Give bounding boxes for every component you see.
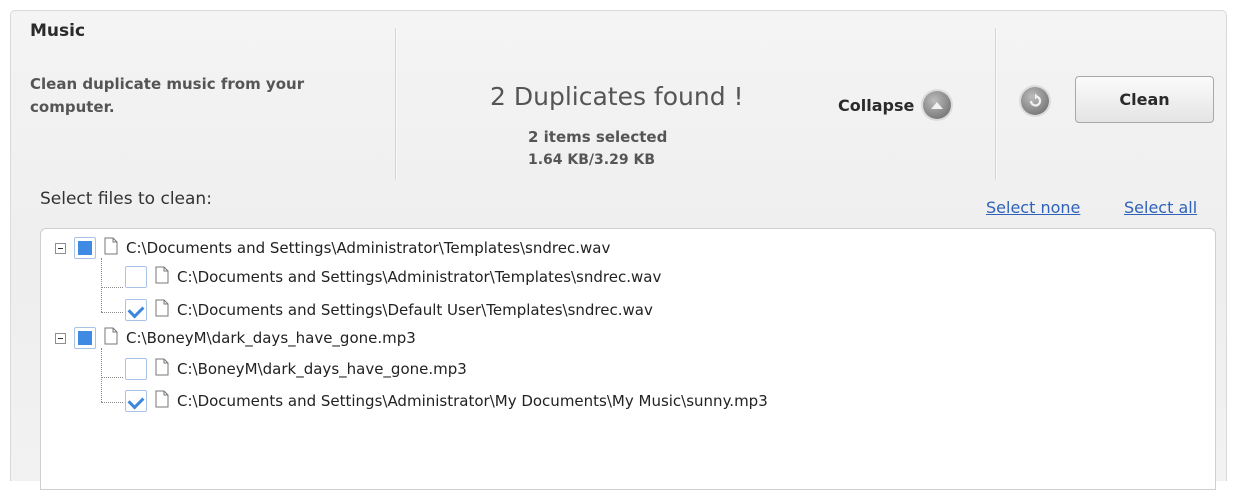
tree-line bbox=[101, 287, 123, 288]
tree-group-row[interactable]: C:\Documents and Settings\Administrator\… bbox=[55, 236, 610, 260]
select-none-link[interactable]: Select none bbox=[986, 198, 1080, 217]
items-selected: 2 items selected bbox=[528, 128, 668, 146]
group-path: C:\Documents and Settings\Administrator\… bbox=[126, 239, 611, 257]
undo-button[interactable] bbox=[1021, 87, 1049, 115]
selected-size: 1.64 KB/3.29 KB bbox=[528, 152, 655, 168]
tree-line bbox=[101, 348, 102, 402]
collapse-label: Collapse bbox=[838, 95, 915, 115]
clean-button[interactable]: Clean bbox=[1075, 76, 1214, 123]
tree-item-row[interactable]: C:\Documents and Settings\Administrator\… bbox=[125, 389, 768, 413]
item-path: C:\Documents and Settings\Administrator\… bbox=[177, 392, 768, 410]
tree-line bbox=[101, 258, 102, 312]
collapse-node-icon[interactable] bbox=[55, 242, 66, 254]
file-icon bbox=[104, 237, 118, 259]
duplicates-found: 2 Duplicates found ! bbox=[490, 82, 744, 111]
group-checkbox[interactable] bbox=[74, 237, 96, 259]
tree-item-row[interactable]: C:\BoneyM\dark_days_have_gone.mp3 bbox=[125, 357, 467, 381]
file-icon bbox=[155, 358, 169, 380]
chevron-up-icon bbox=[923, 91, 952, 119]
collapse-node-icon[interactable] bbox=[55, 332, 66, 344]
item-checkbox[interactable] bbox=[125, 390, 147, 412]
item-checkbox[interactable] bbox=[125, 299, 147, 321]
file-icon bbox=[104, 327, 118, 349]
file-icon bbox=[155, 299, 169, 321]
divider bbox=[995, 28, 997, 180]
group-checkbox[interactable] bbox=[74, 327, 96, 349]
tree-group-row[interactable]: C:\BoneyM\dark_days_have_gone.mp3 bbox=[55, 326, 416, 350]
select-all-link[interactable]: Select all bbox=[1124, 198, 1197, 217]
file-icon bbox=[155, 266, 169, 288]
module-description: Clean duplicate music from your computer… bbox=[30, 75, 305, 116]
item-checkbox[interactable] bbox=[125, 266, 147, 288]
item-path: C:\Documents and Settings\Administrator\… bbox=[177, 268, 662, 286]
tree-item-row[interactable]: C:\Documents and Settings\Administrator\… bbox=[125, 265, 661, 289]
item-checkbox[interactable] bbox=[125, 358, 147, 380]
tree-line bbox=[101, 402, 123, 403]
collapse-button[interactable]: Collapse bbox=[838, 91, 952, 119]
divider bbox=[395, 28, 397, 180]
tree-item-row[interactable]: C:\Documents and Settings\Default User\T… bbox=[125, 298, 653, 322]
tree-line bbox=[101, 312, 123, 313]
item-path: C:\Documents and Settings\Default User\T… bbox=[177, 301, 653, 319]
group-path: C:\BoneyM\dark_days_have_gone.mp3 bbox=[126, 329, 416, 347]
file-icon bbox=[155, 390, 169, 412]
module-title: Music bbox=[30, 21, 86, 41]
tree-line bbox=[101, 377, 123, 378]
select-files-label: Select files to clean: bbox=[40, 189, 212, 209]
item-path: C:\BoneyM\dark_days_have_gone.mp3 bbox=[177, 360, 467, 378]
undo-icon bbox=[1029, 93, 1042, 107]
